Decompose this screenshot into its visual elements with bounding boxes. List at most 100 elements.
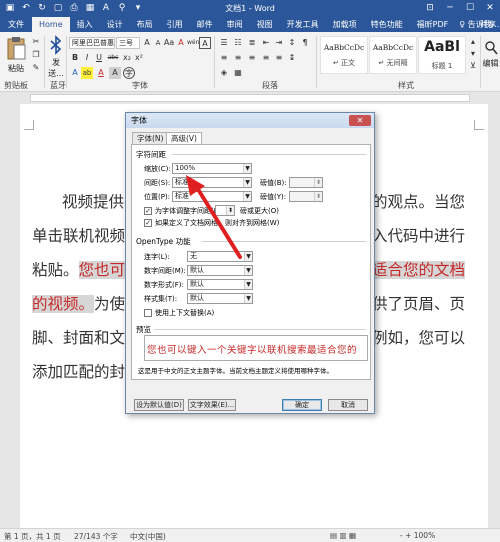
paste-button[interactable]: 粘贴 [4, 35, 28, 74]
paragraph-group-label: 段落 [262, 81, 278, 90]
borders-icon[interactable]: ▦ [232, 67, 244, 79]
style-heading-1[interactable]: AaBl 标题 1 [418, 36, 466, 74]
text-effects-button[interactable]: 文字效果(E)... [188, 399, 236, 411]
view-buttons[interactable]: ▤ ▥ ▦ [330, 531, 356, 540]
increase-indent-icon[interactable]: ⇥ [273, 37, 285, 49]
style-set-select[interactable]: 默认 ▼ [187, 293, 253, 304]
underline-icon[interactable]: U [93, 52, 105, 64]
minimize-button[interactable]: ─ [440, 0, 460, 17]
word-count[interactable]: 27/143 个字 [74, 531, 118, 542]
tab-foxit-pdf[interactable]: 福昕PDF [410, 17, 456, 32]
ribbon-display-button[interactable]: ⊡ [420, 0, 440, 17]
align-right-icon[interactable]: ≡ [246, 52, 258, 64]
cut-icon[interactable]: ✂ [30, 36, 42, 48]
maximize-button[interactable]: ☐ [460, 0, 480, 17]
scale-select[interactable]: 100% ▼ [172, 163, 252, 174]
highlight-icon[interactable]: ab [81, 67, 93, 79]
bold-icon[interactable]: B [69, 52, 81, 64]
snap-grid-checkbox[interactable]: ✓ [144, 219, 152, 227]
tab-font[interactable]: 字体(N) [132, 132, 169, 144]
spacing-value: 标准 [175, 178, 189, 186]
line-spacing-icon[interactable]: ↨ [286, 52, 298, 64]
tab-view[interactable]: 视图 [250, 17, 280, 32]
format-painter-icon[interactable]: ✎ [30, 62, 42, 74]
advanced-panel: 字符间距 缩放(C): 100% ▼ 间距(S): 标准 ▼ 磅值(B): ⬍ 位置… [131, 144, 371, 380]
style-no-spacing[interactable]: AaBbCcDc ↵ 无间隔 [369, 36, 417, 74]
close-window-button[interactable]: ✕ [480, 0, 500, 17]
tab-layout[interactable]: 布局 [130, 17, 160, 32]
kerning-size-input[interactable]: ⬍ [215, 205, 235, 216]
kerning-checkbox[interactable]: ✓ [144, 207, 152, 215]
doc-line-4-right: 供了页眉、页 [372, 295, 466, 313]
ligatures-select[interactable]: 无 ▼ [187, 251, 253, 262]
char-shading-icon[interactable]: A [109, 67, 121, 79]
font-dialog: 字体 ✕ 字体(N) 高级(V) 字符间距 缩放(C): 100% ▼ 间距(S)… [125, 112, 375, 414]
position-select[interactable]: 标准 ▼ [172, 191, 252, 202]
multilevel-list-icon[interactable]: ≣ [246, 37, 258, 49]
decrease-indent-icon[interactable]: ⇤ [260, 37, 272, 49]
share-button[interactable]: 共享 [480, 17, 496, 32]
tab-references[interactable]: 引用 [160, 17, 190, 32]
style-normal-name: ↵ 正文 [332, 59, 356, 67]
char-border-icon[interactable]: A [199, 37, 211, 49]
ribbon-tabs: 文件 Home 插入 设计 布局 引用 邮件 审阅 视图 开发工具 加载项 特色… [0, 17, 500, 32]
numbering-icon[interactable]: ☷ [232, 37, 244, 49]
char-spacing-heading: 字符间距 [136, 150, 166, 159]
style-normal[interactable]: AaBbCcDc ↵ 正文 [320, 36, 368, 74]
strikethrough-icon[interactable]: abc [106, 52, 120, 64]
tab-mailings[interactable]: 邮件 [190, 17, 220, 32]
bullets-icon[interactable]: ☰ [218, 37, 230, 49]
superscript-icon[interactable]: x² [133, 52, 145, 64]
align-center-icon[interactable]: ≡ [232, 52, 244, 64]
styles-more-icon[interactable]: ⊻ [467, 60, 479, 72]
tab-home[interactable]: Home [32, 17, 70, 32]
horizontal-ruler[interactable] [0, 93, 500, 103]
spacing-by-input[interactable]: ⬍ [289, 177, 323, 188]
spacing-select[interactable]: 标准 ▼ [172, 177, 252, 188]
enclose-char-icon[interactable]: 字 [123, 67, 135, 79]
dropdown-arrow-icon: ▼ [243, 178, 251, 187]
sort-icon[interactable]: ↕ [286, 37, 298, 49]
shading-icon[interactable]: ◈ [218, 67, 230, 79]
justify-icon[interactable]: ≡ [260, 52, 272, 64]
clear-format-icon[interactable]: A [175, 37, 187, 49]
set-default-button[interactable]: 设为默认值(D) [134, 399, 184, 411]
distributed-icon[interactable]: ≡ [273, 52, 285, 64]
tab-features[interactable]: 特色功能 [364, 17, 410, 32]
preview-note: 这是用于中文的正文主题字体。当前文档主题定义将使用哪种字体。 [138, 367, 333, 375]
cancel-button[interactable]: 取消 [328, 399, 368, 411]
language[interactable]: 中文(中国) [130, 531, 166, 542]
dialog-close-button[interactable]: ✕ [349, 115, 371, 126]
tab-addins[interactable]: 加载项 [326, 17, 364, 32]
tab-file[interactable]: 文件 [0, 17, 32, 32]
contextual-alternates-checkbox[interactable] [144, 309, 152, 317]
style-set-value: 默认 [190, 294, 204, 302]
style-heading-1-name: 标题 1 [431, 62, 453, 70]
ok-button[interactable]: 确定 [282, 399, 322, 411]
font-family-combo[interactable]: 阿里巴巴普惠 [69, 37, 115, 49]
editing-button[interactable]: 编辑 [481, 40, 500, 69]
position-by-input[interactable]: ⬍ [289, 191, 323, 202]
phonetic-guide-icon[interactable]: wén [187, 37, 199, 49]
styles-scroll-up-icon[interactable]: ▴ [467, 36, 479, 48]
subscript-icon[interactable]: x₂ [121, 52, 133, 64]
font-size-combo[interactable]: 三号 [116, 37, 140, 49]
number-form-select[interactable]: 默认 ▼ [187, 279, 253, 290]
tab-developer[interactable]: 开发工具 [280, 17, 326, 32]
tab-design[interactable]: 设计 [100, 17, 130, 32]
dropdown-arrow-icon: ▼ [244, 266, 252, 275]
styles-scroll-down-icon[interactable]: ▾ [467, 48, 479, 60]
italic-icon[interactable]: I [81, 52, 93, 64]
copy-icon[interactable]: ❐ [30, 49, 42, 61]
tab-insert[interactable]: 插入 [70, 17, 100, 32]
change-case-icon[interactable]: Aa [163, 37, 175, 49]
text-effects-icon[interactable]: A [69, 67, 81, 79]
bluetooth-send-button[interactable]: 发送... [46, 35, 66, 79]
font-color-icon[interactable]: A [95, 67, 107, 79]
show-marks-icon[interactable]: ¶ [299, 37, 311, 49]
align-left-icon[interactable]: ≡ [218, 52, 230, 64]
page-count[interactable]: 第 1 页，共 1 页 [4, 531, 61, 542]
tab-review[interactable]: 审阅 [220, 17, 250, 32]
number-spacing-select[interactable]: 默认 ▼ [187, 265, 253, 276]
zoom-control[interactable]: - + 100% [400, 531, 435, 540]
